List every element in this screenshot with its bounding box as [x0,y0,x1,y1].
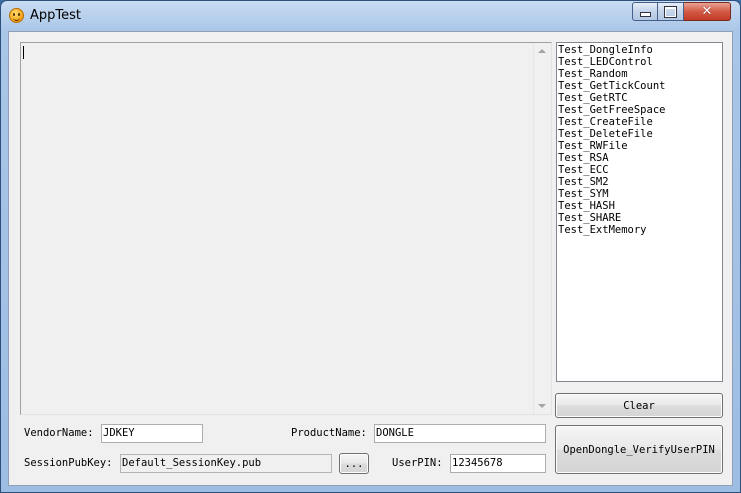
app-window: AppTest ✕ Test_DongleInfo Test_LEDControl… [0,0,741,493]
list-item[interactable]: Test_GetRTC [558,92,722,104]
list-item[interactable]: Test_ExtMemory [558,224,722,236]
list-item[interactable]: Test_RWFile [558,140,722,152]
caption-buttons: ✕ [632,2,731,21]
app-icon[interactable] [9,8,24,23]
list-item[interactable]: Test_SHARE [558,212,722,224]
list-item[interactable]: Test_LEDControl [558,56,722,68]
maximize-icon [664,5,677,18]
list-item[interactable]: Test_SM2 [558,176,722,188]
window-title: AppTest [30,8,81,23]
list-item[interactable]: Test_HASH [558,200,722,212]
user-pin-input[interactable]: 12345678 [450,454,546,473]
vendor-name-input[interactable]: JDKEY [101,424,203,443]
close-icon: ✕ [701,4,713,19]
open-dongle-verify-pin-button[interactable]: OpenDongle_VerifyUserPIN [555,425,723,474]
list-item[interactable]: Test_ECC [558,164,722,176]
user-pin-label: UserPIN: [392,457,443,469]
list-item[interactable]: Test_DongleInfo [558,44,722,56]
list-item[interactable]: Test_SYM [558,188,722,200]
product-name-label: ProductName: [291,427,367,439]
test-listbox[interactable]: Test_DongleInfo Test_LEDControl Test_Rando… [556,42,723,382]
vendor-name-label: VendorName: [24,427,94,439]
session-pubkey-input[interactable]: Default_SessionKey.pub [120,454,332,473]
product-name-input[interactable]: DONGLE [374,424,546,443]
list-item[interactable]: Test_CreateFile [558,116,722,128]
browse-button[interactable]: ... [339,453,369,474]
minimize-icon [639,12,651,17]
log-vertical-scrollbar[interactable] [533,43,551,414]
close-button[interactable]: ✕ [684,2,731,21]
minimize-button[interactable] [632,2,658,21]
text-caret [23,46,24,59]
list-item[interactable]: Test_RSA [558,152,722,164]
clear-button[interactable]: Clear [555,393,723,418]
title-bar[interactable]: AppTest ✕ [1,1,740,31]
session-pubkey-label: SessionPubKey: [24,457,113,469]
maximize-button[interactable] [658,2,684,21]
output-log-textarea[interactable] [20,42,552,415]
scroll-down-arrow-icon[interactable] [538,404,546,408]
client-area: Test_DongleInfo Test_LEDControl Test_Rando… [8,31,733,486]
list-item[interactable]: Test_GetFreeSpace [558,104,722,116]
list-item[interactable]: Test_Random [558,68,722,80]
list-item[interactable]: Test_DeleteFile [558,128,722,140]
scroll-up-arrow-icon[interactable] [538,49,546,53]
list-item[interactable]: Test_GetTickCount [558,80,722,92]
